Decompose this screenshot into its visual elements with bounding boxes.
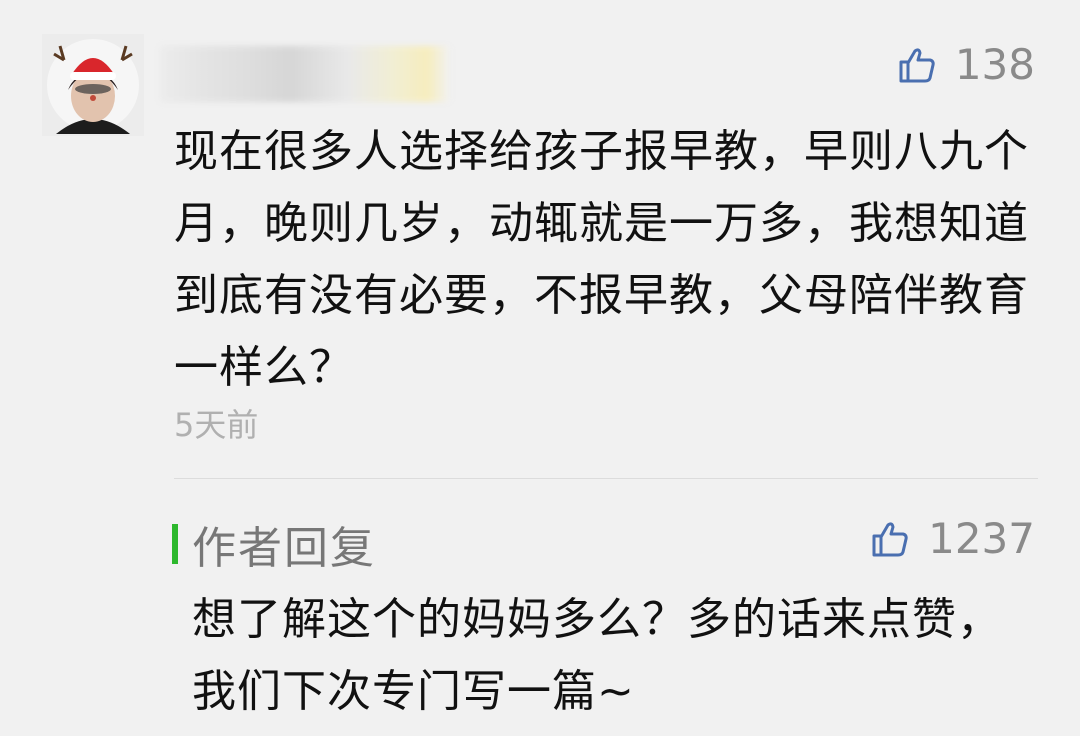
reply-like-count: 1237 [928, 514, 1035, 563]
author-reply-label: 作者回复 [192, 523, 376, 574]
username-blurred[interactable] [160, 46, 450, 102]
avatar[interactable] [42, 34, 144, 136]
divider [174, 478, 1038, 479]
comment-text: 现在很多人选择给孩子报早教，早则八九个月，晚则几岁，动辄就是一万多，我想知道到底… [174, 126, 1029, 393]
comment-like-button[interactable]: 138 [897, 40, 1035, 89]
author-reply-header: 作者回复 [172, 512, 376, 576]
comment-like-count: 138 [954, 40, 1035, 89]
thumbs-up-icon [872, 521, 908, 556]
thumbs-up-icon [899, 47, 935, 82]
reply-accent-bar [172, 524, 178, 564]
comment-time: 5天前 [174, 406, 259, 444]
reply-text: 想了解这个的妈妈多么？多的话来点赞，我们下次专门写一篇~ [192, 594, 1002, 717]
reply-like-button[interactable]: 1237 [870, 514, 1035, 563]
